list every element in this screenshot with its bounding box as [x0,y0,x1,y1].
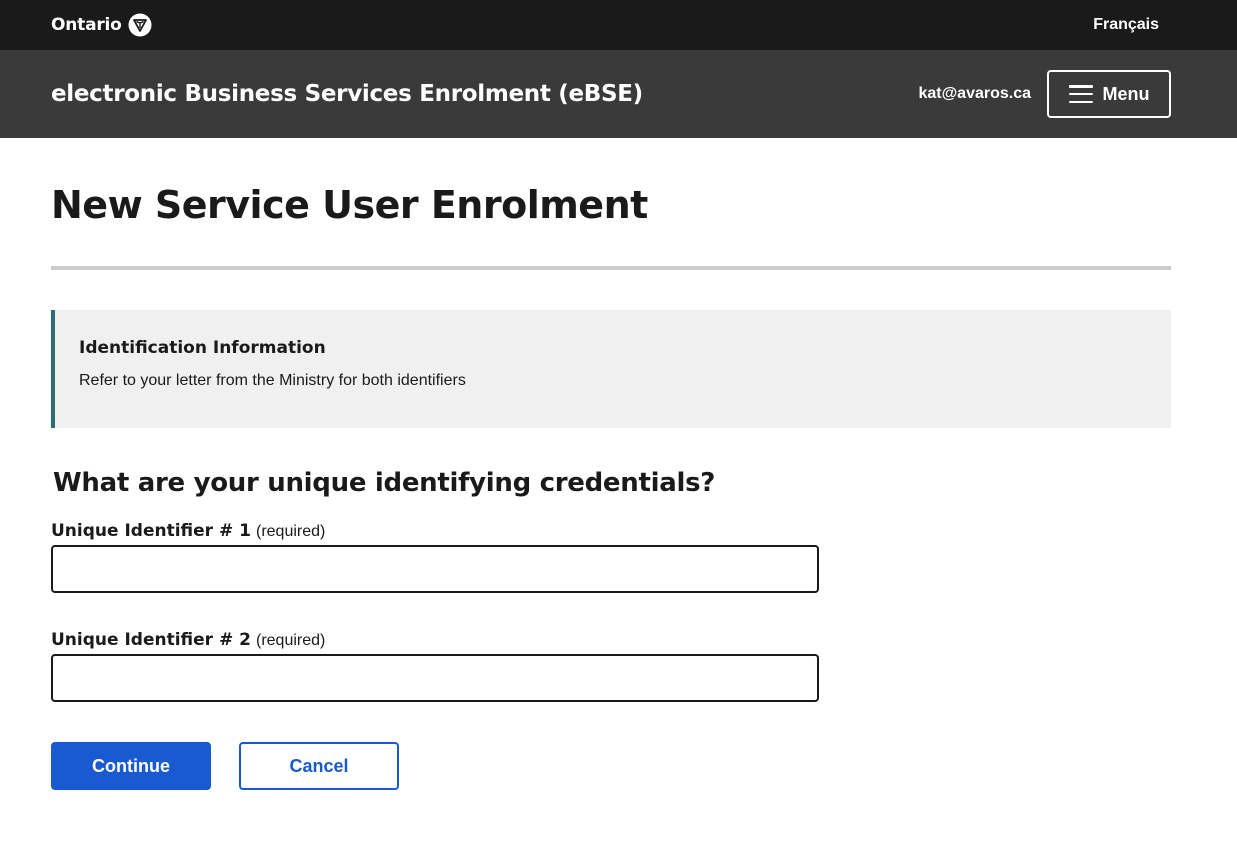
identifier-2-label: Unique Identifier # 2 (required) [51,629,1171,650]
info-callout: Identification Information Refer to your… [51,310,1171,428]
identifier-1-required-text: (required) [255,523,326,540]
page-title: New Service User Enrolment [51,183,648,227]
callout-heading: Identification Information [79,338,326,358]
app-header: electronic Business Services Enrolment (… [0,50,1237,138]
identifier-2-input[interactable] [51,654,819,702]
app-header-actions: kat@avaros.ca Menu [918,70,1171,118]
identifier-1-label-text: Unique Identifier # 1 [51,521,251,541]
main-content: New Service User Enrolment Identificatio… [0,182,1237,790]
top-bar: Ontario Français [0,0,1237,50]
continue-button[interactable]: Continue [51,742,211,790]
identifier-2-field-group: Unique Identifier # 2 (required) [51,629,1171,702]
menu-button[interactable]: Menu [1047,70,1171,118]
hamburger-icon [1068,85,1093,103]
ontario-trillium-icon [128,13,152,37]
identifier-1-field-group: Unique Identifier # 1 (required) [51,520,1171,593]
form-actions: Continue Cancel [51,742,1171,790]
user-email: kat@avaros.ca [918,85,1031,102]
logo-text: Ontario [51,15,122,35]
cancel-button[interactable]: Cancel [239,742,399,790]
identifier-1-label: Unique Identifier # 1 (required) [51,520,1171,541]
identifier-2-required-text: (required) [255,632,326,649]
callout-body: Refer to your letter from the Ministry f… [79,372,466,389]
identifier-1-input[interactable] [51,545,819,593]
language-toggle-link[interactable]: Français [1093,16,1159,34]
form-question: What are your unique identifying credent… [53,468,716,498]
app-title: electronic Business Services Enrolment (… [51,81,643,107]
ontario-logo[interactable]: Ontario [51,13,152,37]
identifier-2-label-text: Unique Identifier # 2 [51,630,251,650]
menu-label: Menu [1102,83,1150,104]
title-divider [51,266,1171,270]
